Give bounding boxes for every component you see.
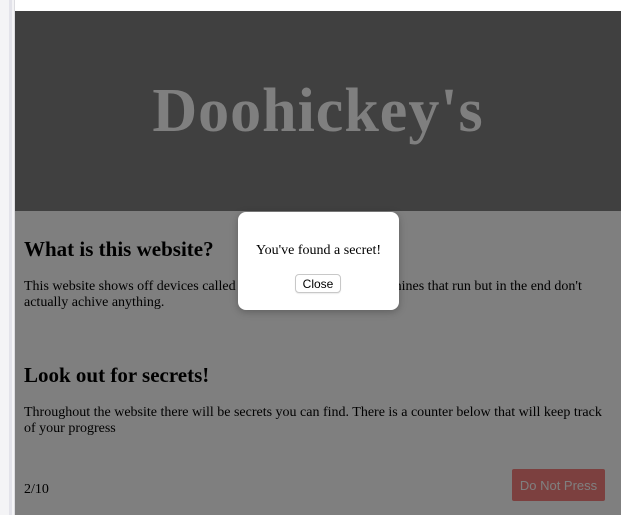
close-button[interactable]: Close: [295, 274, 341, 293]
browser-sidebar-edge: [0, 0, 15, 515]
sidebar-rail: [9, 0, 12, 515]
dialog-message: You've found a secret!: [255, 243, 382, 258]
secret-dialog: You've found a secret! Close: [238, 212, 399, 310]
